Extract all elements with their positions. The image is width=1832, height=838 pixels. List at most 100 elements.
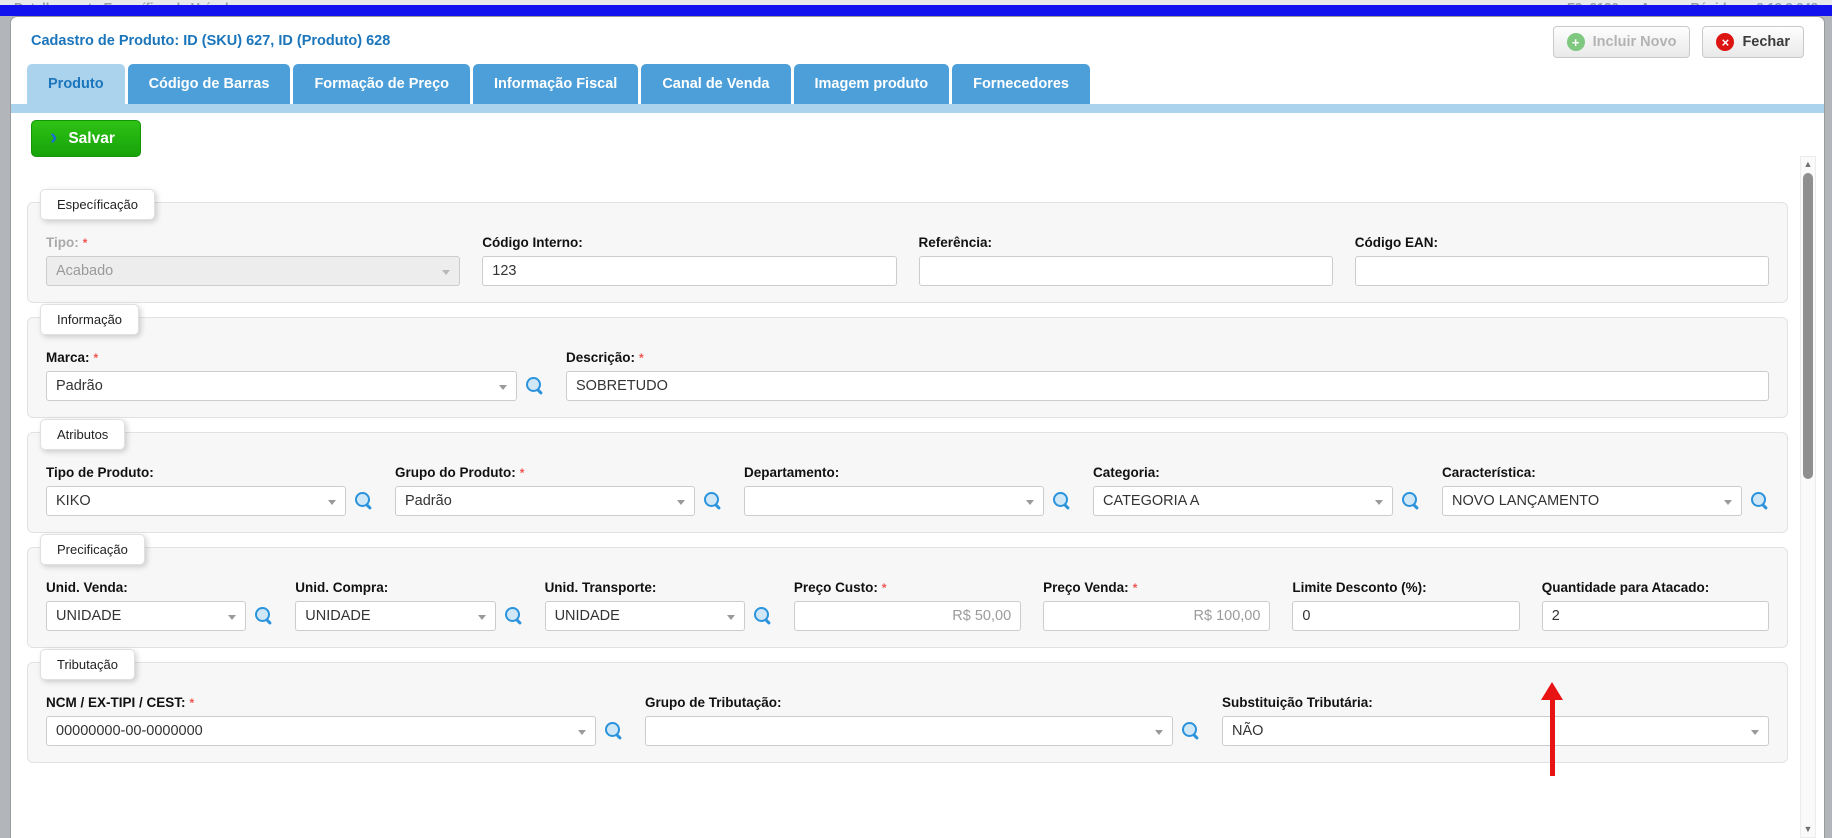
field-ncm-ex-tipi-cest: NCM / EX-TIPI / CEST: * 00000000-00-00000… bbox=[46, 695, 623, 746]
unid-compra-label: Unid. Compra: bbox=[295, 580, 522, 595]
limite-desconto-input[interactable]: 0 bbox=[1292, 601, 1519, 631]
codigo-ean-input[interactable] bbox=[1355, 256, 1769, 286]
caret-down-icon bbox=[727, 615, 735, 620]
substituicao-tributaria-label: Substituição Tributária: bbox=[1222, 695, 1769, 710]
preco-custo-label: Preço Custo: bbox=[794, 580, 878, 595]
field-tipo-de-produto: Tipo de Produto: KIKO bbox=[46, 465, 373, 516]
tab-fornecedores[interactable]: Fornecedores bbox=[952, 64, 1090, 104]
field-preco-custo: Preço Custo:* R$ 50,00 bbox=[794, 580, 1021, 631]
codigo-interno-input[interactable]: 123 bbox=[482, 256, 896, 286]
caret-down-icon bbox=[1026, 500, 1034, 505]
search-icon[interactable] bbox=[754, 607, 772, 625]
codigo-interno-label: Código Interno: bbox=[482, 235, 896, 250]
section-informacao: Informação Marca:* Padrão Desc bbox=[27, 317, 1788, 418]
scroll-down-icon[interactable]: ▼ bbox=[1801, 822, 1815, 837]
field-limite-desconto: Limite Desconto (%): 0 bbox=[1292, 580, 1519, 631]
departamento-select[interactable] bbox=[744, 486, 1044, 516]
referencia-input[interactable] bbox=[919, 256, 1333, 286]
dialog-header: Cadastro de Produto: ID (SKU) 627, ID (P… bbox=[11, 17, 1824, 64]
caret-down-icon bbox=[1155, 730, 1163, 735]
preco-venda-input[interactable]: R$ 100,00 bbox=[1043, 601, 1270, 631]
quantidade-para-atacado-input[interactable]: 2 bbox=[1542, 601, 1769, 631]
tab-informacao-fiscal[interactable]: Informação Fiscal bbox=[473, 64, 638, 104]
salvar-button[interactable]: › Salvar bbox=[31, 120, 141, 157]
vertical-scrollbar[interactable]: ▲ ▼ bbox=[1800, 156, 1816, 838]
limite-desconto-label: Limite Desconto (%): bbox=[1292, 580, 1519, 595]
section-tributacao-label: Tributação bbox=[40, 649, 135, 680]
scrollbar-thumb[interactable] bbox=[1803, 173, 1813, 479]
search-icon[interactable] bbox=[605, 722, 623, 740]
grupo-de-tributacao-select[interactable] bbox=[645, 716, 1173, 746]
unid-venda-select[interactable]: UNIDADE bbox=[46, 601, 246, 631]
unid-transporte-select[interactable]: UNIDADE bbox=[545, 601, 745, 631]
close-icon: × bbox=[1716, 33, 1734, 51]
field-grupo-de-tributacao: Grupo de Tributação: bbox=[645, 695, 1200, 746]
required-marker: * bbox=[1133, 581, 1138, 595]
search-icon[interactable] bbox=[526, 377, 544, 395]
caret-down-icon bbox=[677, 500, 685, 505]
tab-bar: Produto Código de Barras Formação de Pre… bbox=[27, 64, 1824, 104]
fechar-button[interactable]: × Fechar bbox=[1702, 26, 1804, 58]
plus-icon: + bbox=[1567, 33, 1585, 51]
categoria-select[interactable]: CATEGORIA A bbox=[1093, 486, 1393, 516]
tab-produto[interactable]: Produto bbox=[27, 64, 125, 104]
scroll-up-icon[interactable]: ▲ bbox=[1801, 157, 1815, 172]
search-icon[interactable] bbox=[1182, 722, 1200, 740]
salvar-label: Salvar bbox=[68, 130, 115, 148]
section-precificacao-label: Precificação bbox=[40, 534, 145, 565]
field-substituicao-tributaria: Substituição Tributária: NÃO bbox=[1222, 695, 1769, 746]
tipo-de-produto-label: Tipo de Produto: bbox=[46, 465, 373, 480]
grupo-do-produto-select[interactable]: Padrão bbox=[395, 486, 695, 516]
caracteristica-select[interactable]: NOVO LANÇAMENTO bbox=[1442, 486, 1742, 516]
tipo-de-produto-select[interactable]: KIKO bbox=[46, 486, 346, 516]
required-marker: * bbox=[190, 696, 195, 710]
caracteristica-label: Característica: bbox=[1442, 465, 1769, 480]
grupo-de-tributacao-label: Grupo de Tributação: bbox=[645, 695, 1200, 710]
tipo-label: Tipo: bbox=[46, 235, 79, 250]
field-marca: Marca:* Padrão bbox=[46, 350, 544, 401]
tipo-select[interactable]: Acabado bbox=[46, 256, 460, 286]
section-informacao-label: Informação bbox=[40, 304, 139, 335]
search-icon[interactable] bbox=[505, 607, 523, 625]
top-blue-bar bbox=[0, 5, 1832, 16]
tab-codigo-de-barras[interactable]: Código de Barras bbox=[128, 64, 291, 104]
unid-transporte-value: UNIDADE bbox=[555, 608, 620, 624]
ncm-label: NCM / EX-TIPI / CEST: bbox=[46, 695, 186, 710]
search-icon[interactable] bbox=[1751, 492, 1769, 510]
search-icon[interactable] bbox=[1402, 492, 1420, 510]
search-icon[interactable] bbox=[255, 607, 273, 625]
referencia-label: Referência: bbox=[919, 235, 1333, 250]
ncm-value: 00000000-00-0000000 bbox=[56, 723, 203, 739]
required-marker: * bbox=[94, 351, 99, 365]
search-icon[interactable] bbox=[704, 492, 722, 510]
substituicao-tributaria-select[interactable]: NÃO bbox=[1222, 716, 1769, 746]
descricao-input[interactable]: SOBRETUDO bbox=[566, 371, 1769, 401]
field-grupo-do-produto: Grupo do Produto:* Padrão bbox=[395, 465, 722, 516]
preco-custo-input[interactable]: R$ 50,00 bbox=[794, 601, 1021, 631]
unid-transporte-label: Unid. Transporte: bbox=[545, 580, 772, 595]
field-referencia: Referência: bbox=[919, 235, 1333, 286]
chevron-right-icon: › bbox=[50, 124, 57, 150]
screen: Detalhamento Específico de Veículos novo… bbox=[0, 0, 1832, 838]
categoria-label: Categoria: bbox=[1093, 465, 1420, 480]
field-caracteristica: Característica: NOVO LANÇAMENTO bbox=[1442, 465, 1769, 516]
section-precificacao: Precificação Unid. Venda: UNIDADE bbox=[27, 547, 1788, 648]
field-categoria: Categoria: CATEGORIA A bbox=[1093, 465, 1420, 516]
cadastro-produto-dialog: Cadastro de Produto: ID (SKU) 627, ID (P… bbox=[10, 16, 1825, 838]
grupo-do-produto-label: Grupo do Produto: bbox=[395, 465, 516, 480]
departamento-label: Departamento: bbox=[744, 465, 1071, 480]
search-icon[interactable] bbox=[1053, 492, 1071, 510]
tab-imagem-produto[interactable]: Imagem produto bbox=[794, 64, 950, 104]
tab-canal-de-venda[interactable]: Canal de Venda bbox=[641, 64, 790, 104]
caret-down-icon bbox=[578, 730, 586, 735]
incluir-novo-button[interactable]: + Incluir Novo bbox=[1553, 26, 1691, 58]
codigo-ean-label: Código EAN: bbox=[1355, 235, 1769, 250]
ncm-select[interactable]: 00000000-00-0000000 bbox=[46, 716, 596, 746]
caracteristica-value: NOVO LANÇAMENTO bbox=[1452, 493, 1599, 509]
marca-select[interactable]: Padrão bbox=[46, 371, 517, 401]
dialog-title: Cadastro de Produto: ID (SKU) 627, ID (P… bbox=[31, 33, 390, 49]
tab-formacao-de-preco[interactable]: Formação de Preço bbox=[293, 64, 470, 104]
categoria-value: CATEGORIA A bbox=[1103, 493, 1199, 509]
search-icon[interactable] bbox=[355, 492, 373, 510]
unid-compra-select[interactable]: UNIDADE bbox=[295, 601, 495, 631]
